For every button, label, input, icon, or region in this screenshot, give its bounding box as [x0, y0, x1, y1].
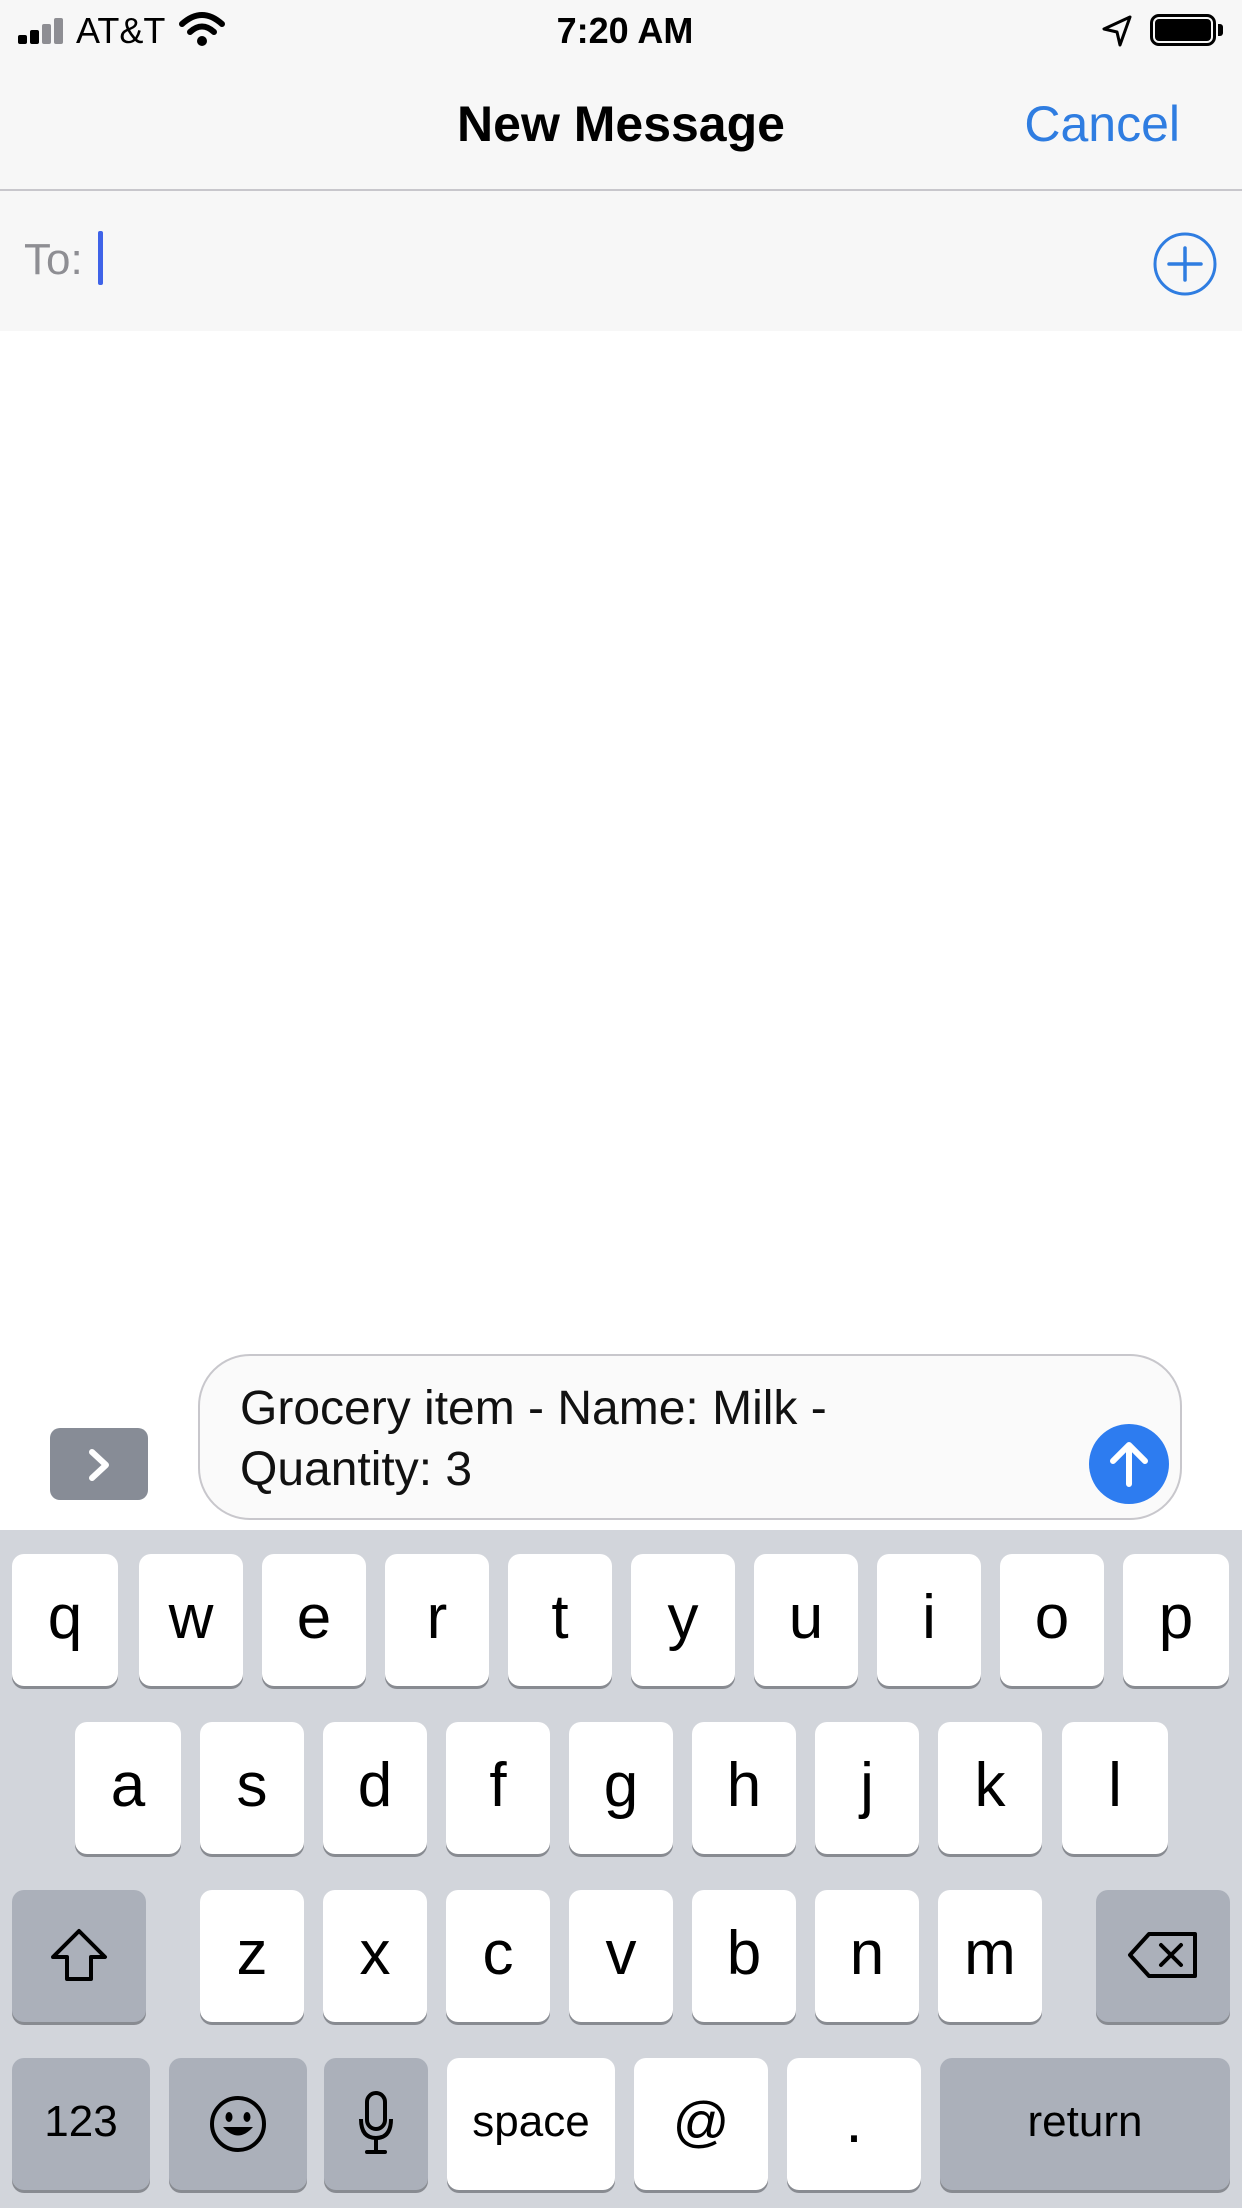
- microphone-icon: [359, 2091, 393, 2154]
- key-r[interactable]: r: [385, 1554, 489, 1686]
- compose-area: Grocery item - Name: Milk - Quantity: 3: [0, 1351, 1242, 1530]
- key-k[interactable]: k: [938, 1722, 1042, 1854]
- key-n[interactable]: n: [815, 1890, 919, 2022]
- delete-icon: [1128, 1932, 1197, 1978]
- space-key[interactable]: space: [447, 2058, 615, 2190]
- key-g[interactable]: g: [569, 1722, 673, 1854]
- key-d[interactable]: d: [323, 1722, 427, 1854]
- key-y[interactable]: y: [631, 1554, 735, 1686]
- message-input[interactable]: Grocery item - Name: Milk - Quantity: 3: [198, 1354, 1182, 1520]
- delete-key[interactable]: [1096, 1890, 1230, 2022]
- key-v[interactable]: v: [569, 1890, 673, 2022]
- status-bar: AT&T 7:20 AM: [0, 0, 1242, 60]
- battery-icon: [1150, 14, 1224, 48]
- key-p[interactable]: p: [1123, 1554, 1229, 1686]
- key-m[interactable]: m: [938, 1890, 1042, 2022]
- key-j[interactable]: j: [815, 1722, 919, 1854]
- key-b[interactable]: b: [692, 1890, 796, 2022]
- recipient-input[interactable]: [98, 231, 1098, 291]
- key-a[interactable]: a: [75, 1722, 181, 1854]
- arrow-up-icon: [1110, 1442, 1148, 1487]
- shift-key[interactable]: [12, 1890, 146, 2022]
- plus-circle-icon[interactable]: [1152, 231, 1218, 297]
- chevron-right-icon: [89, 1449, 109, 1481]
- key-i[interactable]: i: [877, 1554, 981, 1686]
- send-button[interactable]: [1089, 1424, 1169, 1504]
- keyboard: q w e r t y u i o p a s d f g h j k l z …: [0, 1530, 1242, 2208]
- emoji-key[interactable]: [169, 2058, 307, 2190]
- numbers-key[interactable]: 123: [12, 2058, 150, 2190]
- to-label: To:: [24, 235, 83, 284]
- status-time: 7:20 AM: [556, 10, 694, 51]
- key-c[interactable]: c: [446, 1890, 550, 2022]
- message-text: Grocery item - Name: Milk - Quantity: 3: [240, 1382, 827, 1496]
- location-arrow-icon: [1102, 15, 1132, 47]
- return-key[interactable]: return: [940, 2058, 1230, 2190]
- key-w[interactable]: w: [139, 1554, 243, 1686]
- text-cursor: [98, 231, 103, 285]
- recipient-row: To:: [0, 191, 1242, 331]
- shift-icon: [51, 1929, 107, 1981]
- key-q[interactable]: q: [12, 1554, 118, 1686]
- conversation-area: [0, 331, 1242, 1351]
- dictation-key[interactable]: [324, 2058, 428, 2190]
- key-o[interactable]: o: [1000, 1554, 1104, 1686]
- key-u[interactable]: u: [754, 1554, 858, 1686]
- at-key[interactable]: @: [634, 2058, 768, 2190]
- key-z[interactable]: z: [200, 1890, 304, 2022]
- key-s[interactable]: s: [200, 1722, 304, 1854]
- key-e[interactable]: e: [262, 1554, 366, 1686]
- key-l[interactable]: l: [1062, 1722, 1168, 1854]
- key-h[interactable]: h: [692, 1722, 796, 1854]
- apps-toggle-button[interactable]: [50, 1428, 148, 1500]
- emoji-icon: [210, 2096, 266, 2152]
- period-key[interactable]: .: [787, 2058, 921, 2190]
- key-f[interactable]: f: [446, 1722, 550, 1854]
- key-x[interactable]: x: [323, 1890, 427, 2022]
- cancel-button[interactable]: Cancel: [1024, 96, 1180, 152]
- key-t[interactable]: t: [508, 1554, 612, 1686]
- navigation-bar: New Message Cancel: [0, 60, 1242, 191]
